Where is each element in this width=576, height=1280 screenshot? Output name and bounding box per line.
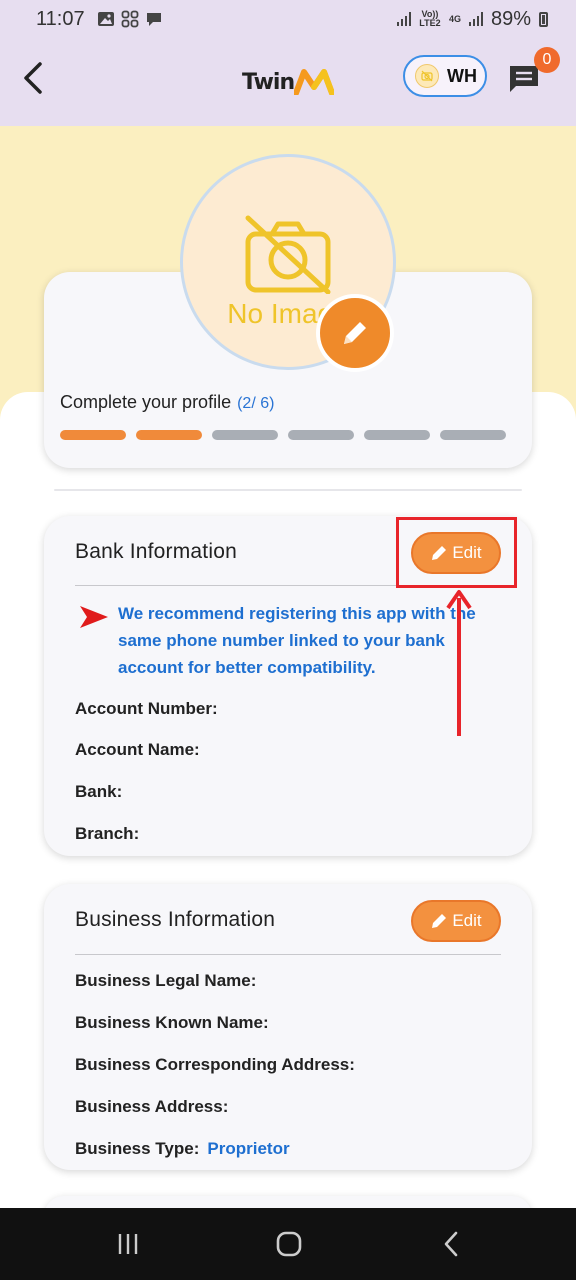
progress-segment <box>60 430 126 440</box>
business-type-field: Business Type: Proprietor <box>75 1139 290 1159</box>
field-label: Account Name: <box>75 740 200 759</box>
system-navigation-bar <box>0 1208 576 1280</box>
business-edit-label: Edit <box>452 911 482 930</box>
network-tech-label: 4G <box>448 13 461 24</box>
back-nav-icon <box>444 1231 458 1257</box>
field-label: Business Type: <box>75 1139 200 1158</box>
business-legal-name-field: Business Legal Name: <box>75 971 264 991</box>
profile-completion-label: Complete your profile <box>60 392 232 412</box>
business-information-title: Business Information <box>75 908 276 931</box>
apps-icon <box>121 10 138 28</box>
pencil-icon <box>344 322 366 344</box>
message-icon <box>146 13 161 26</box>
logo-mark-icon <box>294 69 335 95</box>
bank-information-title: Bank Information <box>75 540 237 563</box>
profile-completion-count: (2/ 6) <box>237 395 275 412</box>
chat-badge: 0 <box>534 47 560 73</box>
section-divider <box>54 489 522 491</box>
business-divider <box>75 954 501 955</box>
field-label: Business Known Name: <box>75 1013 269 1032</box>
field-label: Business Corresponding Address: <box>75 1055 355 1074</box>
camera-off-icon <box>245 215 331 294</box>
pencil-icon <box>432 914 447 928</box>
progress-segment <box>440 430 506 440</box>
profile-progress-bar <box>60 430 506 440</box>
field-label: Account Number: <box>75 699 218 718</box>
account-name-field: Account Name: <box>75 740 208 760</box>
logo-text: Twin <box>242 69 295 95</box>
app-header: Twin WH 0 <box>0 38 576 126</box>
gallery-icon <box>97 12 114 26</box>
battery-icon <box>539 11 548 27</box>
avatar-edit-button[interactable] <box>316 294 394 372</box>
back-nav-button[interactable] <box>436 1230 466 1258</box>
app-logo: Twin <box>242 62 335 102</box>
progress-segment <box>288 430 354 440</box>
back-arrow-icon <box>24 62 42 94</box>
progress-segment <box>136 430 202 440</box>
field-label: Bank: <box>75 782 123 801</box>
battery-percent: 89% <box>490 7 531 30</box>
field-label: Business Address: <box>75 1097 229 1116</box>
annotation-arrow-icon <box>446 590 472 736</box>
store-initials: WH <box>447 65 477 86</box>
recent-apps-icon <box>118 1234 138 1254</box>
system-status: Vo)) LTE2 4G 89% <box>396 7 548 31</box>
account-number-field: Account Number: <box>75 699 226 719</box>
no-image-icon <box>421 70 433 82</box>
branch-field: Branch: <box>75 824 147 844</box>
notification-icons <box>97 10 163 28</box>
bank-field: Bank: <box>75 782 130 802</box>
profile-completion-title: Complete your profile (2/ 6) <box>60 392 274 413</box>
field-label: Branch: <box>75 824 140 843</box>
home-icon <box>276 1231 302 1257</box>
status-time: 11:07 <box>36 7 85 30</box>
field-label: Business Legal Name: <box>75 971 257 990</box>
signal-icon-2 <box>468 12 483 26</box>
annotation-highlight-box <box>396 517 517 588</box>
progress-segment <box>364 430 430 440</box>
store-switcher[interactable]: WH <box>403 55 487 97</box>
signal-icon <box>396 12 411 26</box>
recent-apps-button[interactable] <box>113 1230 143 1258</box>
volte-label: Vo)) LTE2 <box>419 9 441 28</box>
business-address-field: Business Address: <box>75 1097 236 1117</box>
status-bar: 11:07 Vo)) LTE2 4G 89% <box>0 0 576 38</box>
store-avatar <box>415 64 439 88</box>
business-type-value: Proprietor <box>207 1139 290 1158</box>
notice-arrow-icon <box>80 606 108 628</box>
business-information-card: Business Information Edit Business Legal… <box>44 884 532 1170</box>
progress-segment <box>212 430 278 440</box>
back-button[interactable] <box>18 58 50 98</box>
business-corresponding-address-field: Business Corresponding Address: <box>75 1055 363 1075</box>
business-known-name-field: Business Known Name: <box>75 1013 277 1033</box>
home-button[interactable] <box>274 1230 304 1258</box>
business-edit-button[interactable]: Edit <box>411 900 501 942</box>
